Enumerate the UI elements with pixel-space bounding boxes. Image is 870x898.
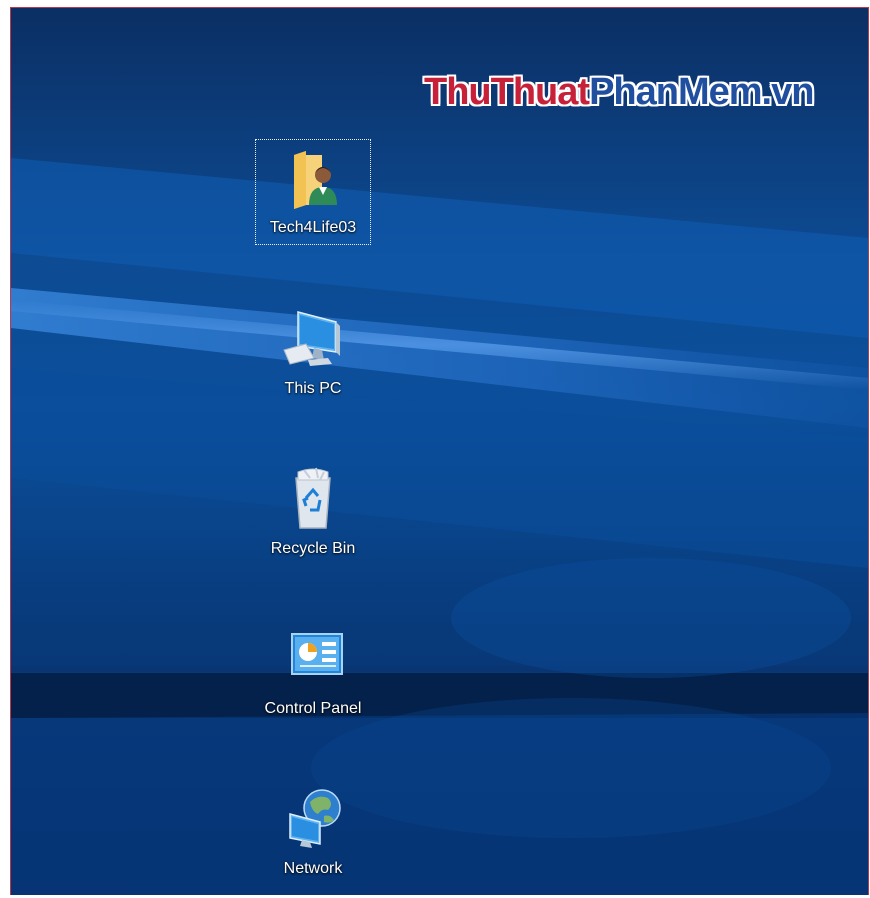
desktop-icon-user-folder[interactable]: Tech4Life03 <box>255 139 371 245</box>
wallpaper <box>11 158 868 895</box>
user-folder-icon <box>294 151 337 209</box>
network-icon <box>289 789 341 848</box>
control-panel-icon <box>291 633 343 675</box>
icon-label-control-panel: Control Panel <box>264 700 362 717</box>
desktop[interactable]: ThuThuatPhanMem.vn Tech4Life03 This PC R… <box>10 7 869 895</box>
desktop-icon-this-pc[interactable]: This PC <box>255 300 371 406</box>
icon-label-user-folder: Tech4Life03 <box>269 219 357 236</box>
watermark-blue-text: PhanMem.vn <box>589 71 814 113</box>
icon-label-this-pc: This PC <box>284 380 342 397</box>
recycle-bin-icon <box>295 467 331 529</box>
watermark-logo: ThuThuatPhanMem.vn <box>424 71 814 114</box>
computer-icon <box>283 311 340 366</box>
desktop-icon-network[interactable]: Network <box>255 780 371 886</box>
icon-label-recycle-bin: Recycle Bin <box>270 540 356 557</box>
watermark-red-text: ThuThuat <box>424 71 590 113</box>
desktop-icon-recycle-bin[interactable]: Recycle Bin <box>255 460 371 566</box>
icon-label-network: Network <box>283 860 343 877</box>
desktop-icon-control-panel[interactable]: Control Panel <box>255 620 371 726</box>
screenshot-frame: ThuThuatPhanMem.vn Tech4Life03 This PC R… <box>0 0 870 898</box>
